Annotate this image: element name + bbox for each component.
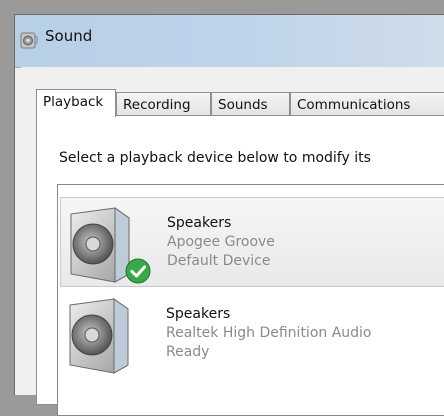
playback-panel: Select a playback device below to modify… [36, 115, 444, 416]
instruction-text: Select a playback device below to modify… [59, 150, 371, 166]
device-item-realtek[interactable]: Speakers Realtek High Definition Audio R… [60, 289, 444, 379]
sound-window: Sound Playback Recording Sounds Communic… [14, 14, 444, 416]
device-description: Apogee Groove [167, 234, 275, 250]
device-status: Default Device [167, 253, 271, 269]
device-name: Speakers [167, 215, 232, 231]
device-item-apogee-groove[interactable]: Speakers Apogee Groove Default Device [60, 197, 444, 287]
title-bar[interactable]: Sound [15, 15, 444, 68]
speaker-icon [69, 298, 129, 374]
window-title: Sound [45, 27, 93, 45]
device-name: Speakers [166, 306, 231, 322]
tab-sounds[interactable]: Sounds [211, 92, 290, 116]
tab-communications[interactable]: Communications [290, 92, 444, 116]
speaker-app-icon [20, 32, 39, 49]
dialog-client-area: Playback Recording Sounds Communications… [21, 67, 444, 416]
default-check-icon [125, 258, 151, 284]
device-list[interactable]: Speakers Apogee Groove Default Device Sp… [57, 184, 444, 416]
tab-playback[interactable]: Playback [36, 89, 116, 117]
tab-strip: Playback Recording Sounds Communications [36, 89, 444, 117]
device-description: Realtek High Definition Audio [166, 325, 372, 341]
device-status: Ready [166, 344, 210, 360]
tab-recording[interactable]: Recording [116, 92, 211, 116]
